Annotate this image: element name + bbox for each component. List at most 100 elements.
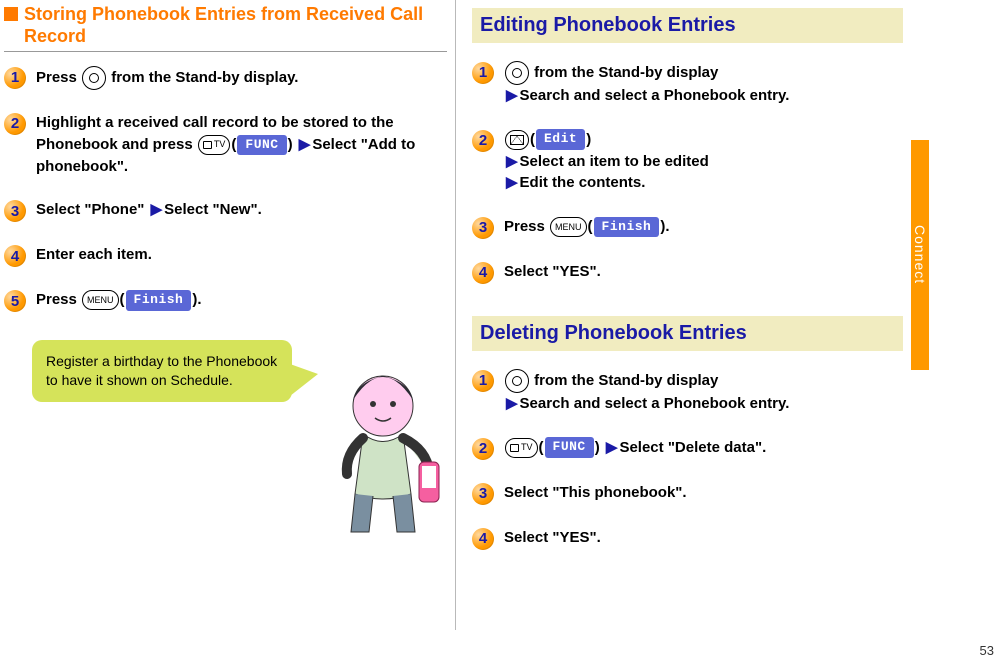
camera-tv-key-icon: TV — [505, 438, 538, 458]
step-body: Press from the Stand-by display. — [36, 66, 447, 90]
paren: ( — [588, 218, 593, 235]
right-column: Editing Phonebook Entries 1 from the Sta… — [456, 0, 911, 630]
paren: ( — [120, 291, 125, 308]
step-body: Highlight a received call record to be s… — [36, 112, 447, 177]
text: Press — [504, 218, 549, 235]
step-number: 1 — [4, 67, 26, 89]
paren: ) — [288, 136, 293, 153]
step-number: 5 — [4, 290, 26, 312]
step-number: 4 — [4, 245, 26, 267]
key-label: MENU — [555, 223, 582, 232]
text: Select "YES". — [504, 529, 601, 546]
text: from the Stand-by display — [534, 64, 718, 81]
page-number: 53 — [980, 643, 994, 658]
arrow-icon: ▶ — [606, 439, 618, 456]
left-step-1: 1 Press from the Stand-by display. — [4, 66, 447, 90]
page: Storing Phonebook Entries from Received … — [0, 0, 1004, 630]
camera-tv-key-icon: TV — [198, 135, 231, 155]
step-body: from the Stand-by display ▶Search and se… — [504, 61, 903, 107]
arrow-icon: ▶ — [151, 201, 163, 218]
paren: ( — [530, 131, 535, 148]
section-tab-label: Connect — [912, 225, 928, 284]
text: . — [665, 218, 669, 235]
text: Select "Delete data". — [619, 439, 766, 456]
key-label: TV — [521, 443, 533, 452]
menu-key-icon: MENU — [82, 290, 119, 310]
softkey-finish: Finish — [594, 217, 660, 238]
subheading-storing: Storing Phonebook Entries from Received … — [4, 4, 447, 52]
tip-box: Register a birthday to the Phonebook to … — [32, 340, 292, 402]
step-body: Select "This phonebook". — [504, 482, 903, 504]
left-step-2: 2 Highlight a received call record to be… — [4, 112, 447, 177]
text: Select "Phone" — [36, 201, 144, 218]
paren: ) — [595, 439, 600, 456]
step-number: 3 — [472, 483, 494, 505]
editing-step-3: 3 Press MENU(Finish). — [472, 216, 903, 239]
softkey-func: FUNC — [237, 135, 286, 156]
deleting-step-1: 1 from the Stand-by display ▶Search and … — [472, 369, 903, 415]
arrow-icon: ▶ — [506, 174, 518, 191]
text: from the Stand-by display — [534, 372, 718, 389]
softkey-func: FUNC — [545, 437, 594, 458]
step-number: 2 — [4, 113, 26, 135]
subheading-text: Storing Phonebook Entries from Received … — [24, 4, 447, 47]
text: Select "This phonebook". — [504, 484, 687, 501]
editing-step-2: 2 (Edit) ▶Select an item to be edited ▶E… — [472, 129, 903, 194]
left-step-5: 5 Press MENU(Finish). — [4, 289, 447, 312]
text: from the Stand-by display. — [111, 69, 298, 86]
step-body: Enter each item. — [36, 244, 447, 266]
deleting-step-2: 2 TV(FUNC) ▶Select "Delete data". — [472, 437, 903, 460]
text: Search and select a Phonebook entry. — [520, 87, 790, 104]
mail-key-icon — [505, 130, 529, 150]
deleting-step-4: 4 Select "YES". — [472, 527, 903, 550]
deleting-step-3: 3 Select "This phonebook". — [472, 482, 903, 505]
left-step-4: 4 Enter each item. — [4, 244, 447, 267]
arrow-icon: ▶ — [299, 136, 311, 153]
text: Edit the contents. — [520, 174, 646, 191]
paren: ( — [539, 439, 544, 456]
left-step-3: 3 Select "Phone" ▶Select "New". — [4, 199, 447, 222]
key-label: MENU — [87, 296, 114, 305]
arrow-icon: ▶ — [506, 87, 518, 104]
step-body: Select "YES". — [504, 527, 903, 549]
arrow-icon: ▶ — [506, 395, 518, 412]
menu-key-icon: MENU — [550, 217, 587, 237]
text: . — [197, 291, 201, 308]
step-number: 1 — [472, 370, 494, 392]
step-number: 2 — [472, 130, 494, 152]
text: Press — [36, 69, 81, 86]
nav-key-icon — [505, 61, 529, 85]
editing-step-1: 1 from the Stand-by display ▶Search and … — [472, 61, 903, 107]
softkey-edit: Edit — [536, 129, 585, 150]
step-body: Select "YES". — [504, 261, 903, 283]
left-column: Storing Phonebook Entries from Received … — [0, 0, 455, 630]
step-body: Press MENU(Finish). — [36, 289, 447, 311]
step-number: 4 — [472, 262, 494, 284]
character-illustration — [311, 354, 451, 534]
nav-key-icon — [82, 66, 106, 90]
text: Enter each item. — [36, 246, 152, 263]
step-number: 3 — [4, 200, 26, 222]
heading-deleting: Deleting Phonebook Entries — [472, 316, 903, 351]
text: Press — [36, 291, 81, 308]
step-body: (Edit) ▶Select an item to be edited ▶Edi… — [504, 129, 903, 194]
step-body: Select "Phone" ▶Select "New". — [36, 199, 447, 221]
text: Select "YES". — [504, 263, 601, 280]
step-number: 3 — [472, 217, 494, 239]
step-body: TV (FUNC) ▶Select "Delete data". — [504, 437, 903, 459]
page-side-tab: Connect — [911, 0, 929, 630]
step-body: from the Stand-by display ▶Search and se… — [504, 369, 903, 415]
heading-editing: Editing Phonebook Entries — [472, 8, 903, 43]
step-number: 1 — [472, 62, 494, 84]
nav-key-icon — [505, 369, 529, 393]
step-body: Press MENU(Finish). — [504, 216, 903, 238]
editing-step-4: 4 Select "YES". — [472, 261, 903, 284]
section-tab: Connect — [911, 140, 929, 370]
key-label: TV — [214, 140, 226, 149]
paren: ) — [586, 131, 591, 148]
tip-area: Register a birthday to the Phonebook to … — [4, 334, 447, 524]
step-number: 4 — [472, 528, 494, 550]
text: Select "New". — [164, 201, 262, 218]
arrow-icon: ▶ — [506, 153, 518, 170]
softkey-finish: Finish — [126, 290, 192, 311]
